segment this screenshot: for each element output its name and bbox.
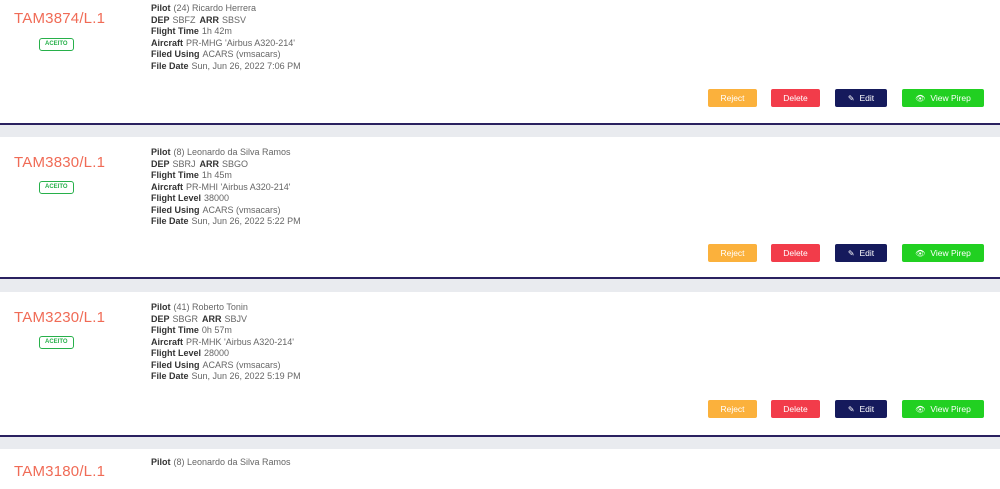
pencil-icon: ✎ (847, 405, 855, 414)
arr-airport: SBSV (222, 14, 247, 25)
aircraft-row: Aircraft PR-MHG 'Airbus A320-214' (151, 37, 295, 48)
pirep-details: Pilot (24) Ricardo Herrera DEP SBFZ ARR SBSV… (151, 3, 301, 72)
pirep-card: TAM3874/L.1 ACEITO Pilot (24) Ricardo Her… (0, 0, 1000, 125)
pilot-name[interactable]: (8) Leonardo da Silva Ramos (174, 147, 291, 157)
pirep-details: Pilot (8) Leonardo da Silva Ramos DEP SBRJ… (151, 147, 301, 228)
status-badge: ACEITO (39, 38, 74, 51)
arr-airport: SBGO (222, 158, 249, 169)
filed-using-row: Filed Using ACARS (vmsacars) (151, 204, 281, 215)
filed-using-row: Filed Using ACARS (vmsacars) (151, 359, 281, 370)
eye-icon: 👁 (915, 249, 926, 258)
edit-button[interactable]: ✎ Edit (835, 89, 887, 107)
view-pirep-button[interactable]: 👁 View Pirep (902, 400, 984, 418)
filed-using: ACARS (vmsacars) (202, 204, 281, 215)
aircraft-row: Aircraft PR-MHK 'Airbus A320-214' (151, 336, 294, 347)
flight-level-row: Flight Level 38000 (151, 193, 230, 203)
reject-button[interactable]: Reject (708, 89, 757, 107)
flight-time: 1h 42m (201, 26, 232, 36)
pilot-row: Pilot (41) Roberto Tonin (151, 302, 248, 312)
file-date: Sun, Jun 26, 2022 5:22 PM (191, 216, 301, 226)
pilot-name[interactable]: (41) Roberto Tonin (174, 302, 248, 312)
reject-button[interactable]: Reject (708, 400, 757, 418)
pirep-details: Pilot (8) Leonardo da Silva Ramos (151, 457, 291, 469)
flight-time-row: Flight Time 0h 57m (151, 325, 232, 335)
flight-id[interactable]: TAM3230/L.1 (14, 309, 105, 326)
dep-airport: SBRJ (172, 158, 196, 169)
dep-airport: SBGR (172, 313, 199, 324)
arr-airport: SBJV (224, 313, 248, 324)
delete-button[interactable]: Delete (771, 89, 820, 107)
flight-level: 38000 (204, 193, 230, 203)
pirep-card: TAM3180/L.1 Pilot (8) Leonardo da Silva R… (0, 449, 1000, 489)
pirep-card: TAM3230/L.1 ACEITO Pilot (41) Roberto Ton… (0, 292, 1000, 437)
file-date-row: File Date Sun, Jun 26, 2022 7:06 PM (151, 60, 301, 71)
pilot-row: Pilot (24) Ricardo Herrera (151, 3, 257, 13)
status-badge: ACEITO (39, 336, 74, 349)
view-pirep-button[interactable]: 👁 View Pirep (902, 244, 984, 262)
file-date: Sun, Jun 26, 2022 5:19 PM (191, 371, 301, 381)
file-date-row: File Date Sun, Jun 26, 2022 5:22 PM (151, 216, 301, 226)
aircraft: PR-MHG 'Airbus A320-214' (186, 37, 295, 48)
view-pirep-button[interactable]: 👁 View Pirep (902, 89, 984, 107)
delete-button[interactable]: Delete (771, 244, 820, 262)
flight-id[interactable]: TAM3180/L.1 (14, 463, 105, 480)
pilot-row: Pilot (8) Leonardo da Silva Ramos (151, 457, 291, 467)
route-row: DEP SBFZ ARR SBSV (151, 14, 247, 25)
pirep-card: TAM3830/L.1 ACEITO Pilot (8) Leonardo da … (0, 137, 1000, 279)
aircraft: PR-MHI 'Airbus A320-214' (186, 181, 291, 192)
filed-using: ACARS (vmsacars) (202, 359, 281, 370)
flight-id[interactable]: TAM3830/L.1 (14, 154, 105, 171)
flight-time-row: Flight Time 1h 45m (151, 170, 232, 180)
edit-button[interactable]: ✎ Edit (835, 244, 887, 262)
edit-button[interactable]: ✎ Edit (835, 400, 887, 418)
aircraft-row: Aircraft PR-MHI 'Airbus A320-214' (151, 181, 291, 192)
pirep-details: Pilot (41) Roberto Tonin DEP SBGR ARR SBJV F… (151, 302, 301, 383)
aircraft: PR-MHK 'Airbus A320-214' (186, 336, 294, 347)
filed-using-row: Filed Using ACARS (vmsacars) (151, 49, 281, 59)
pilot-row: Pilot (8) Leonardo da Silva Ramos (151, 147, 291, 157)
flight-level-row: Flight Level 28000 (151, 348, 230, 358)
dep-airport: SBFZ (172, 14, 196, 25)
filed-using: ACARS (vmsacars) (202, 49, 281, 59)
reject-button[interactable]: Reject (708, 244, 757, 262)
file-date: Sun, Jun 26, 2022 7:06 PM (191, 60, 301, 71)
eye-icon: 👁 (915, 405, 926, 414)
flight-time: 0h 57m (201, 325, 232, 335)
flight-time: 1h 45m (201, 170, 232, 180)
status-badge: ACEITO (39, 181, 74, 194)
flight-level: 28000 (204, 348, 230, 358)
route-row: DEP SBRJ ARR SBGO (151, 158, 249, 169)
eye-icon: 👁 (915, 94, 926, 103)
pencil-icon: ✎ (847, 249, 855, 258)
delete-button[interactable]: Delete (771, 400, 820, 418)
flight-time-row: Flight Time 1h 42m (151, 26, 232, 36)
route-row: DEP SBGR ARR SBJV (151, 313, 248, 324)
pilot-name[interactable]: (8) Leonardo da Silva Ramos (174, 457, 291, 467)
flight-id[interactable]: TAM3874/L.1 (14, 10, 105, 27)
pencil-icon: ✎ (847, 94, 855, 103)
pilot-name[interactable]: (24) Ricardo Herrera (174, 3, 257, 13)
file-date-row: File Date Sun, Jun 26, 2022 5:19 PM (151, 371, 301, 381)
